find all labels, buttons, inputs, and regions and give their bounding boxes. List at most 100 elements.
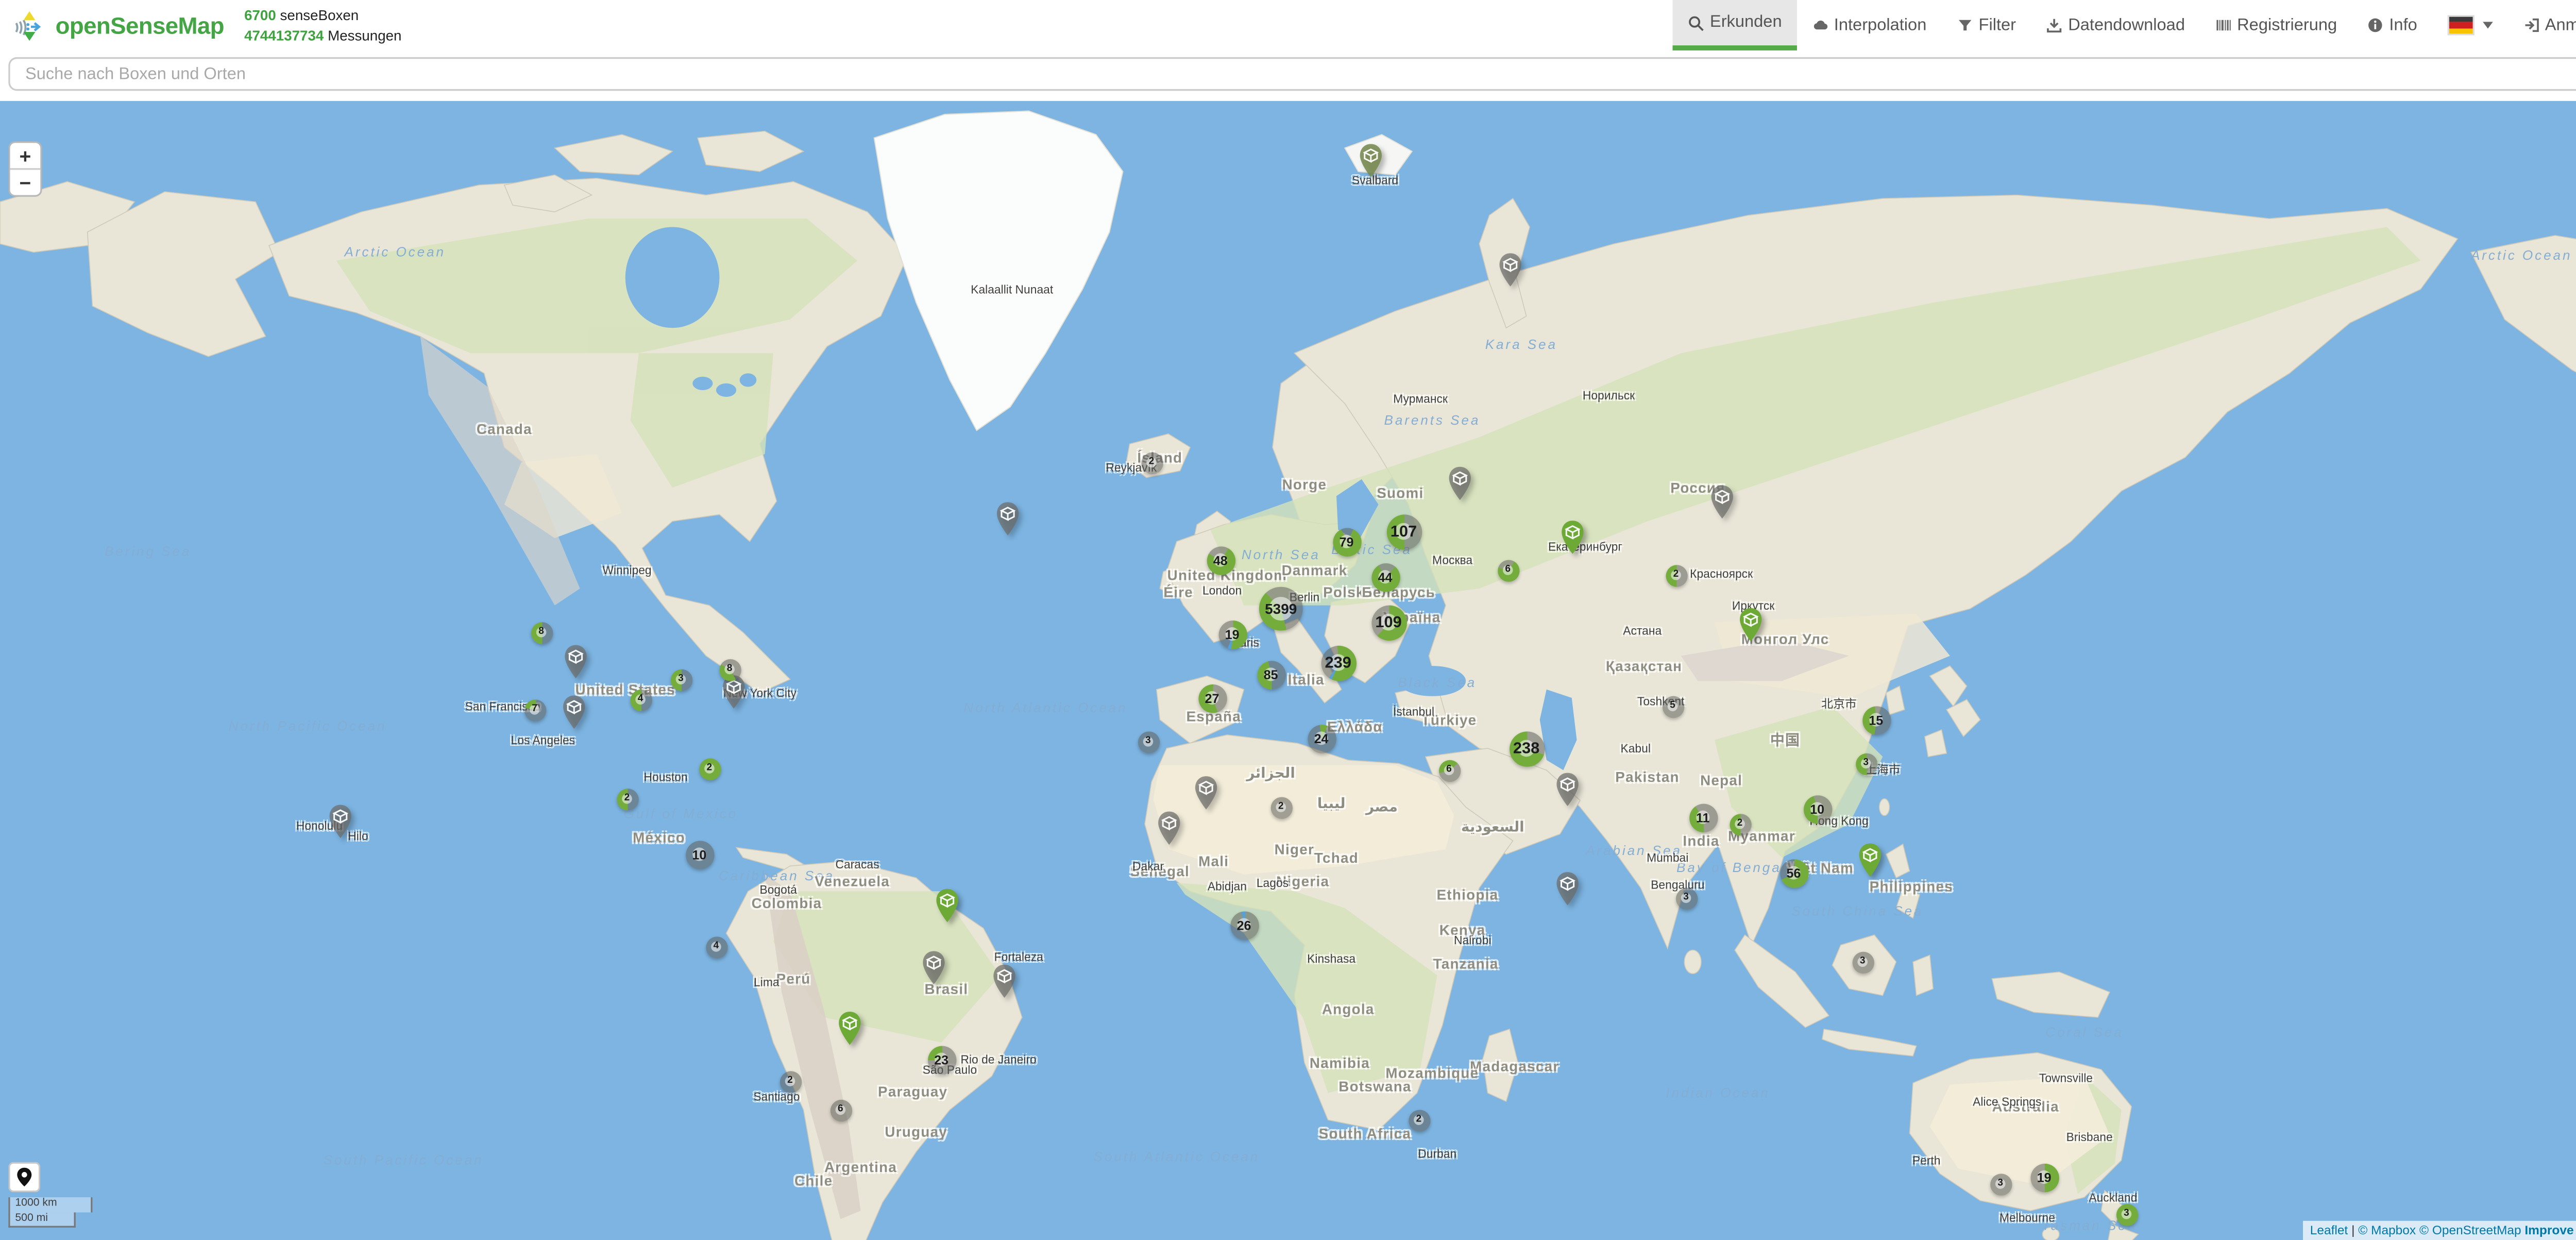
nav-item-interpolation[interactable]: Interpolation [1797,0,1942,51]
cluster-count: 2 [621,793,633,805]
sensebox-pin-inactive[interactable] [1193,775,1218,819]
sensebox-pin-inactive[interactable] [920,950,945,994]
search-input[interactable] [8,57,2576,91]
cluster-count: 23 [934,1052,949,1067]
cluster-count: 109 [1379,613,1398,631]
scale-km: 1000 km [8,1197,92,1212]
barcode-icon [2215,17,2232,34]
opensensemap-app: openSenseMap 6700 senseBoxen 4744137734 … [0,0,2576,1240]
sensebox-pin-inactive[interactable] [1554,871,1579,915]
sensebox-pin-inactive[interactable] [1554,772,1579,816]
nav-item-datendownload[interactable]: Datendownload [2031,0,2200,51]
sensebox-pin-inactive[interactable] [1709,484,1734,528]
cluster-count: 2 [1734,818,1745,830]
world-map[interactable]: Arctic OceanArctic OceanBering SeaNorth … [0,101,2576,1240]
cluster-count: 48 [1213,552,1228,567]
stat-messungen: 4744137734 Messungen [244,25,401,46]
cluster-count: 10 [1810,801,1825,816]
download-icon [2046,17,2063,34]
sensebox-pin-active[interactable] [934,888,959,932]
cluster-count: 2 [1413,1114,1425,1126]
opensensemap-logo-icon [12,8,47,43]
main-nav: Erkunden Interpolation Filter Datendownl… [1673,0,2576,51]
cluster-count: 239 [1329,653,1347,672]
cluster-count: 3 [1857,956,1868,967]
cluster-count: 10 [692,847,707,862]
sensebox-pin-inactive[interactable] [720,674,745,718]
sensebox-pin-active[interactable] [1737,607,1762,651]
cluster-count: 8 [536,627,547,638]
osm-link[interactable]: © OpenStreetMap [2419,1222,2524,1237]
cluster-count: 4 [710,941,722,952]
sensebox-pin-active[interactable] [1857,843,1882,886]
leaflet-link[interactable]: Leaflet [2310,1222,2348,1237]
cluster-count: 24 [1314,731,1329,746]
sensebox-pin-inactive[interactable] [562,644,587,688]
cluster-count: 6 [1443,764,1454,776]
search-icon [1688,14,1705,31]
cluster-count: 3 [1142,736,1154,747]
cluster-count: 3 [675,674,686,685]
mapbox-link[interactable]: © Mapbox [2358,1222,2419,1237]
cluster-count: 5 [1667,700,1678,712]
cluster-count: 56 [1786,865,1801,880]
improve-map-link[interactable]: Improve this map [2524,1222,2576,1237]
nav-item-info[interactable]: Info [2352,0,2433,51]
cluster-count: 7 [529,704,540,715]
sensebox-pin-inactive[interactable] [561,695,586,739]
cluster-count: 79 [1339,534,1354,549]
locate-button[interactable] [8,1162,40,1193]
cluster-count: 15 [1869,712,1884,727]
cluster-count: 2 [1146,457,1157,468]
brand-logo[interactable]: openSenseMap [0,0,224,51]
info-icon [2367,17,2384,34]
sensebox-pin-inactive[interactable] [1156,811,1181,854]
cluster-count: 26 [1236,917,1251,932]
cluster-count: 3 [1860,758,1872,769]
sensebox-pin-inactive[interactable] [991,964,1016,1008]
sensebox-pin-inactive[interactable] [1497,252,1522,296]
cluster-count: 19 [1225,627,1240,642]
sensebox-pin-muted[interactable] [1358,143,1383,187]
cluster-count: 2 [784,1076,795,1087]
cluster-count: 238 [1517,739,1536,758]
sensebox-pin-active[interactable] [1559,520,1584,563]
cluster-count: 27 [1205,691,1219,706]
cluster-count: 2 [704,763,715,774]
scale-mi: 500 mi [8,1212,76,1227]
nav-item-registrierung[interactable]: Registrierung [2200,0,2352,51]
cloud-icon [1812,17,1829,34]
cluster-count: 3 [2121,1209,2132,1220]
cluster-count: 11 [1696,810,1710,825]
stat-senseboxen: 6700 senseBoxen [244,5,401,25]
cluster-count: 3 [1995,1178,2006,1189]
nav-item-filter[interactable]: Filter [1942,0,2031,51]
cluster-count: 107 [1395,522,1413,541]
zoom-in-button[interactable]: + [10,143,41,170]
location-pin-icon [15,1167,33,1187]
sensebox-pin-inactive[interactable] [327,804,352,848]
cluster-count: 8 [724,664,735,675]
sensebox-pin-inactive[interactable] [1447,466,1472,510]
cluster-count: 6 [835,1104,846,1115]
search-bar-row [0,51,2576,101]
sensebox-cluster[interactable]: 5399 [1259,587,1303,631]
chevron-down-icon [2483,22,2493,28]
nav-item-language[interactable] [2432,0,2508,51]
nav-item-erkunden[interactable]: Erkunden [1673,0,1797,51]
header-stats: 6700 senseBoxen 4744137734 Messungen [244,0,401,51]
sensebox-pin-active[interactable] [836,1011,861,1054]
cluster-count: 85 [1263,667,1278,682]
cluster-count: 5399 [1269,597,1292,620]
cluster-count: 3 [1681,892,1692,903]
zoom-control: + − [8,141,42,197]
cluster-count: 2 [1670,569,1682,581]
cluster-count: 19 [2037,1170,2052,1185]
cluster-count: 4 [635,694,646,705]
nav-item-anmelden[interactable]: Anmelden [2508,0,2576,51]
sensebox-pin-inactive[interactable] [994,501,1020,545]
cluster-count: 6 [1502,564,1514,576]
basemap-tiles [0,101,2576,1240]
zoom-out-button[interactable]: − [10,170,41,195]
german-flag-icon [2448,15,2475,35]
